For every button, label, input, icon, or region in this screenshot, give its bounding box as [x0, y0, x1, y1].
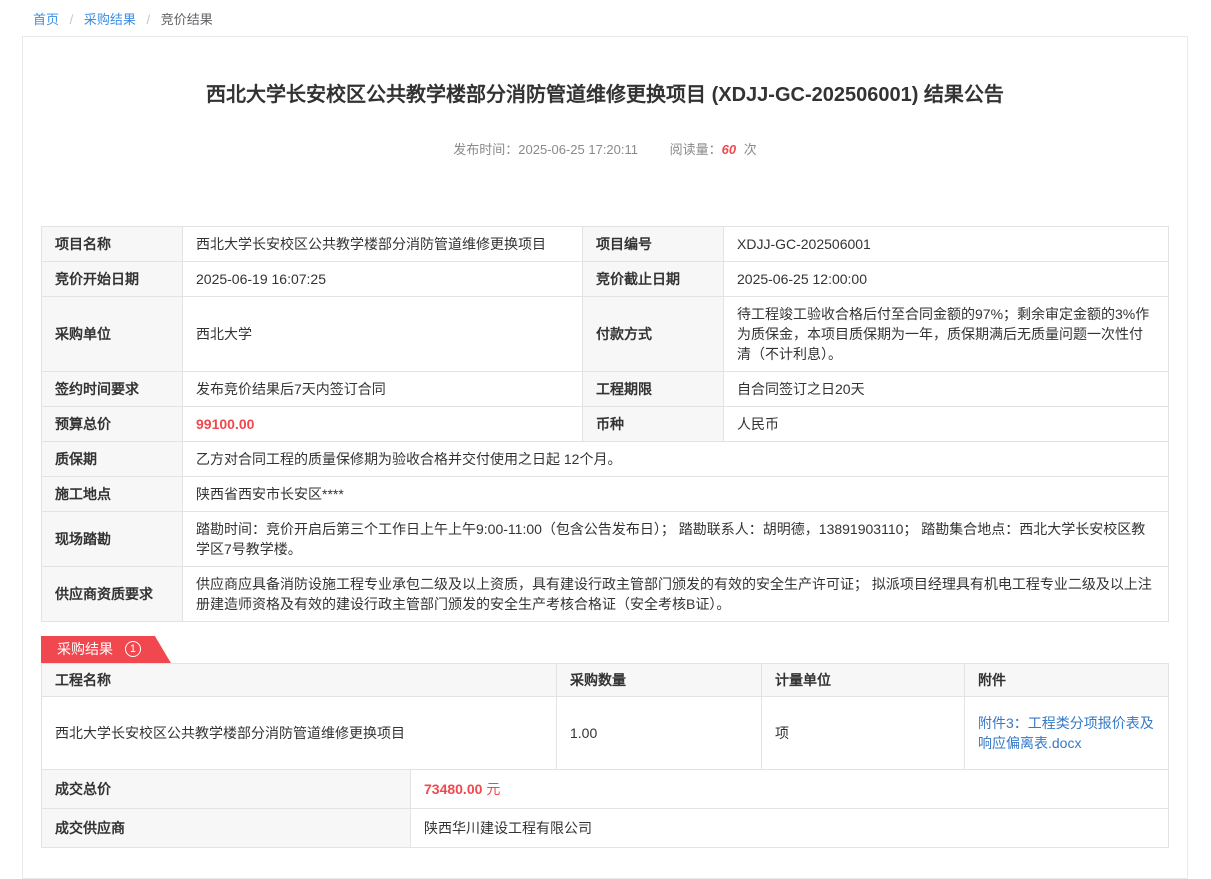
result-header-row: 工程名称采购数量计量单位附件 [42, 664, 1169, 697]
breadcrumb-current: 竞价结果 [161, 12, 213, 27]
deal-summary-table: 成交总价73480.00元成交供应商陕西华川建设工程有限公司 [41, 769, 1169, 848]
info-value: 2025-06-19 16:07:25 [183, 262, 583, 297]
info-value: 待工程竣工验收合格后付至合同金额的97%；剩余审定金额的3%作为质保金，本项目质… [724, 297, 1169, 372]
breadcrumb: 首页 / 采购结果 / 竞价结果 [0, 0, 1211, 36]
info-label: 竞价开始日期 [42, 262, 183, 297]
summary-row: 成交总价73480.00元 [42, 770, 1169, 809]
info-table-row: 签约时间要求发布竞价结果后7天内签订合同工程期限自合同签订之日20天 [42, 372, 1169, 407]
result-column-header: 采购数量 [557, 664, 762, 697]
procurement-result-badge: 采购结果 1 [41, 636, 171, 663]
project-info-table: 项目名称西北大学长安校区公共教学楼部分消防管道维修更换项目项目编号XDJJ-GC… [41, 226, 1169, 622]
summary-label: 成交供应商 [42, 809, 411, 848]
info-value: 自合同签订之日20天 [724, 372, 1169, 407]
result-attachment-cell: 附件3：工程类分项报价表及响应偏离表.docx [965, 697, 1169, 770]
info-value: 乙方对合同工程的质量保修期为验收合格并交付使用之日起 12个月。 [183, 442, 1169, 477]
info-table-row: 竞价开始日期2025-06-19 16:07:25竞价截止日期2025-06-2… [42, 262, 1169, 297]
info-value: 踏勘时间：竞价开启后第三个工作日上午上午9:00-11:00（包含公告发布日）；… [183, 512, 1169, 567]
result-unit: 项 [762, 697, 965, 770]
info-value: 供应商应具备消防设施工程专业承包二级及以上资质，具有建设行政主管部门颁发的有效的… [183, 567, 1169, 622]
page-title: 西北大学长安校区公共教学楼部分消防管道维修更换项目 (XDJJ-GC-20250… [41, 82, 1169, 108]
info-label: 竞价截止日期 [583, 262, 724, 297]
info-table-row: 项目名称西北大学长安校区公共教学楼部分消防管道维修更换项目项目编号XDJJ-GC… [42, 227, 1169, 262]
info-label: 预算总价 [42, 407, 183, 442]
info-label: 工程期限 [583, 372, 724, 407]
result-table-body: 西北大学长安校区公共教学楼部分消防管道维修更换项目1.00项附件3：工程类分项报… [42, 697, 1169, 770]
result-quantity: 1.00 [557, 697, 762, 770]
summary-value: 73480.00元 [411, 770, 1169, 809]
badge-label: 采购结果 [57, 636, 113, 663]
breadcrumb-separator: / [70, 12, 74, 27]
info-table-row: 预算总价99100.00币种人民币 [42, 407, 1169, 442]
breadcrumb-home-link[interactable]: 首页 [33, 12, 59, 27]
info-value: 陕西省西安市长安区**** [183, 477, 1169, 512]
info-table-row: 施工地点陕西省西安市长安区**** [42, 477, 1169, 512]
result-project-name: 西北大学长安校区公共教学楼部分消防管道维修更换项目 [42, 697, 557, 770]
view-count: 阅读量：60 次 [670, 142, 757, 157]
summary-table-body: 成交总价73480.00元成交供应商陕西华川建设工程有限公司 [42, 770, 1169, 848]
info-value: 人民币 [724, 407, 1169, 442]
summary-label: 成交总价 [42, 770, 411, 809]
info-table-row: 现场踏勘踏勘时间：竞价开启后第三个工作日上午上午9:00-11:00（包含公告发… [42, 512, 1169, 567]
attachment-link[interactable]: 附件3：工程类分项报价表及响应偏离表.docx [978, 715, 1154, 751]
info-value: 发布竞价结果后7天内签订合同 [183, 372, 583, 407]
info-table-row: 质保期乙方对合同工程的质量保修期为验收合格并交付使用之日起 12个月。 [42, 442, 1169, 477]
result-column-header: 附件 [965, 664, 1169, 697]
summary-row: 成交供应商陕西华川建设工程有限公司 [42, 809, 1169, 848]
info-label: 项目编号 [583, 227, 724, 262]
publish-meta: 发布时间：2025-06-25 17:20:11 阅读量：60 次 [41, 139, 1169, 158]
info-label: 签约时间要求 [42, 372, 183, 407]
info-label: 供应商资质要求 [42, 567, 183, 622]
result-table-row: 西北大学长安校区公共教学楼部分消防管道维修更换项目1.00项附件3：工程类分项报… [42, 697, 1169, 770]
breadcrumb-separator: / [147, 12, 151, 27]
badge-count-icon: 1 [125, 641, 141, 657]
info-label: 币种 [583, 407, 724, 442]
procurement-result-table: 工程名称采购数量计量单位附件 西北大学长安校区公共教学楼部分消防管道维修更换项目… [41, 663, 1169, 770]
breadcrumb-procurement-results-link[interactable]: 采购结果 [84, 12, 136, 27]
info-table-row: 采购单位西北大学付款方式待工程竣工验收合格后付至合同金额的97%；剩余审定金额的… [42, 297, 1169, 372]
view-count-number: 60 [722, 142, 736, 157]
info-label: 施工地点 [42, 477, 183, 512]
info-value: 西北大学 [183, 297, 583, 372]
info-label: 项目名称 [42, 227, 183, 262]
info-value: 99100.00 [183, 407, 583, 442]
info-label: 付款方式 [583, 297, 724, 372]
info-table-row: 供应商资质要求供应商应具备消防设施工程专业承包二级及以上资质，具有建设行政主管部… [42, 567, 1169, 622]
info-value: XDJJ-GC-202506001 [724, 227, 1169, 262]
info-value: 西北大学长安校区公共教学楼部分消防管道维修更换项目 [183, 227, 583, 262]
result-column-header: 工程名称 [42, 664, 557, 697]
announcement-card: 西北大学长安校区公共教学楼部分消防管道维修更换项目 (XDJJ-GC-20250… [22, 36, 1188, 879]
info-label: 现场踏勘 [42, 512, 183, 567]
result-column-header: 计量单位 [762, 664, 965, 697]
info-table-body: 项目名称西北大学长安校区公共教学楼部分消防管道维修更换项目项目编号XDJJ-GC… [42, 227, 1169, 622]
publish-time: 发布时间：2025-06-25 17:20:11 [453, 142, 638, 157]
info-label: 质保期 [42, 442, 183, 477]
info-value: 2025-06-25 12:00:00 [724, 262, 1169, 297]
summary-value: 陕西华川建设工程有限公司 [411, 809, 1169, 848]
info-label: 采购单位 [42, 297, 183, 372]
